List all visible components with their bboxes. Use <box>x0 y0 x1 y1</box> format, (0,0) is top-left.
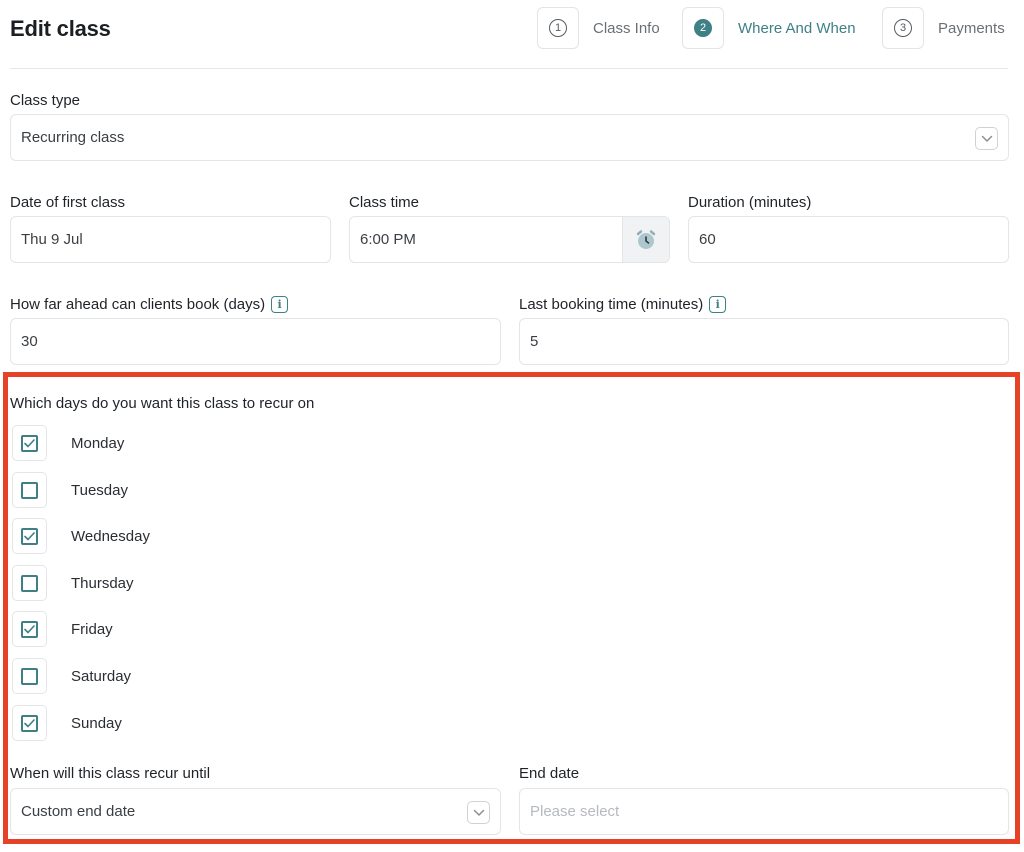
checkbox-square <box>21 574 38 592</box>
checkbox-square <box>21 434 38 452</box>
step-label: Payments <box>938 19 1005 37</box>
class-type-label: Class type <box>10 92 81 109</box>
page-title: Edit class <box>10 16 111 41</box>
class-time-label: Class time <box>349 194 420 211</box>
alarm-clock-icon[interactable] <box>622 217 669 262</box>
checkmark-icon <box>24 624 35 633</box>
checkmark-icon <box>24 718 35 727</box>
last-booking-value: 5 <box>530 333 539 350</box>
duration-label: Duration (minutes) <box>688 194 812 211</box>
booking-ahead-label-row: How far ahead can clients book (days) i <box>10 296 289 313</box>
last-booking-input[interactable]: 5 <box>519 318 1009 365</box>
checkmark-icon <box>24 531 35 540</box>
first-class-date-value: Thu 9 Jul <box>21 231 83 248</box>
step-class-info[interactable]: 1 Class Info <box>537 7 660 49</box>
day-checkbox-saturday[interactable] <box>12 658 47 694</box>
day-label: Saturday <box>71 667 132 685</box>
recur-until-value: Custom end date <box>21 803 136 820</box>
class-time-input[interactable]: 6:00 PM <box>349 216 670 263</box>
duration-input[interactable]: 60 <box>688 216 1009 263</box>
checkbox-square <box>21 714 38 732</box>
day-row-tuesday[interactable]: Tuesday <box>12 472 128 508</box>
day-checkbox-thursday[interactable] <box>12 565 47 601</box>
day-row-wednesday[interactable]: Wednesday <box>12 518 150 554</box>
recur-until-label: When will this class recur until <box>10 765 211 782</box>
day-label: Wednesday <box>71 527 150 545</box>
checkbox-square <box>21 527 38 545</box>
step-number: 2 <box>694 19 712 37</box>
booking-ahead-input[interactable]: 30 <box>10 318 501 365</box>
step-number: 3 <box>894 19 912 37</box>
day-label: Tuesday <box>71 481 128 499</box>
last-booking-label: Last booking time (minutes) <box>519 296 704 313</box>
day-checkbox-monday[interactable] <box>12 425 47 461</box>
chevron-down-icon <box>467 801 490 824</box>
info-icon[interactable]: i <box>709 296 727 313</box>
class-time-value: 6:00 PM <box>360 231 416 248</box>
checkbox-square <box>21 620 38 638</box>
duration-value: 60 <box>699 231 716 248</box>
class-type-value: Recurring class <box>21 129 125 146</box>
day-row-monday[interactable]: Monday <box>12 425 124 461</box>
end-date-input[interactable]: Please select <box>519 788 1009 835</box>
day-label: Sunday <box>71 714 122 732</box>
end-date-placeholder: Please select <box>530 803 620 820</box>
day-checkbox-tuesday[interactable] <box>12 472 47 508</box>
checkbox-square <box>21 481 38 499</box>
day-label: Thursday <box>71 574 134 592</box>
booking-ahead-value: 30 <box>21 333 38 350</box>
booking-ahead-label: How far ahead can clients book (days) <box>10 296 266 313</box>
first-class-date-input[interactable]: Thu 9 Jul <box>10 216 331 263</box>
day-row-friday[interactable]: Friday <box>12 611 113 647</box>
step-label: Where And When <box>738 19 856 37</box>
first-class-date-label: Date of first class <box>10 194 126 211</box>
recur-days-label: Which days do you want this class to rec… <box>10 395 315 412</box>
class-type-select[interactable]: Recurring class <box>10 114 1009 161</box>
day-checkbox-wednesday[interactable] <box>12 518 47 554</box>
day-row-sunday[interactable]: Sunday <box>12 705 122 741</box>
recur-until-select[interactable]: Custom end date <box>10 788 501 835</box>
day-label: Monday <box>71 434 125 452</box>
end-date-label: End date <box>519 765 580 782</box>
step-payments[interactable]: 3 Payments <box>882 7 1005 49</box>
day-checkbox-friday[interactable] <box>12 611 47 647</box>
checkmark-icon <box>24 438 35 447</box>
day-row-thursday[interactable]: Thursday <box>12 565 134 601</box>
last-booking-label-row: Last booking time (minutes) i <box>519 296 727 313</box>
day-label: Friday <box>71 620 113 638</box>
info-icon[interactable]: i <box>271 296 289 313</box>
chevron-down-icon <box>975 127 998 150</box>
day-row-saturday[interactable]: Saturday <box>12 658 131 694</box>
step-where-and-when[interactable]: 2 Where And When <box>682 7 856 49</box>
step-label: Class Info <box>593 19 660 37</box>
day-checkbox-sunday[interactable] <box>12 705 47 741</box>
step-number: 1 <box>549 19 567 37</box>
checkbox-square <box>21 667 38 685</box>
header-divider <box>10 68 1008 69</box>
